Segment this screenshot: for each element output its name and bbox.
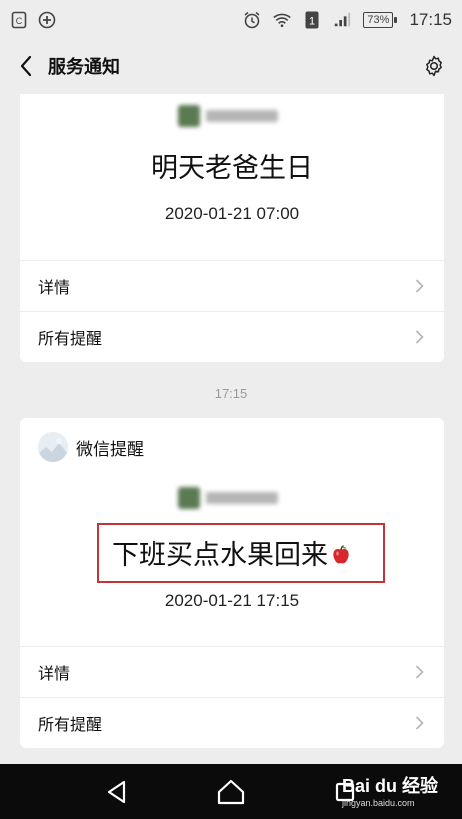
wechat-reminder-logo-icon [38,432,68,462]
all-reminders-label: 所有提醒 [38,714,103,734]
blurred-avatar [178,484,288,512]
blurred-avatar [178,102,288,130]
chevron-right-icon [412,715,426,730]
gear-icon[interactable] [420,52,448,80]
back-triangle-icon[interactable] [97,772,137,812]
apple-icon [333,545,349,564]
battery-icon: 73% [363,12,398,28]
title-bar: 服务通知 [0,40,462,92]
page-title: 服务通知 [48,57,120,78]
notification-date: 2020-01-21 07:00 [164,204,300,223]
sim-badge-label: 1 [309,16,315,28]
status-time: 17:15 [409,10,452,29]
home-icon[interactable] [211,772,251,812]
all-reminders-row[interactable]: 所有提醒 [20,311,444,361]
details-label: 详情 [38,663,71,683]
watermark-url: jingyan.baidu.com [342,798,415,808]
notification-card: 明天老爸生日 2020-01-21 07:00 详情 所有提醒 [20,94,444,362]
sim-icon: C [10,11,28,29]
baidu-jingyan-watermark: Bai du 经验 jingyan.baidu.com [342,772,442,812]
sim-badge-icon: 1 [303,11,321,29]
alarm-icon [243,11,261,29]
watermark-brand: Bai du 经验 [342,776,439,796]
details-row[interactable]: 详情 [20,646,444,696]
all-reminders-label: 所有提醒 [38,328,103,348]
notification-date: 2020-01-21 17:15 [164,591,300,610]
notification-title: 下班买点水果回来 [20,533,444,572]
chevron-right-icon [412,664,426,679]
notification-card: 微信提醒 下班买点水果回来 2020-01-21 17:15 详情 所有提醒 [20,418,444,748]
wifi-icon [273,11,292,29]
notification-title: 明天老爸生日 [151,153,313,184]
data-saver-icon [38,11,56,29]
chevron-left-icon[interactable] [14,54,38,78]
svg-text:C: C [16,16,23,26]
details-row[interactable]: 详情 [20,260,444,310]
signal-icon [333,11,351,29]
chevron-right-icon [412,278,426,293]
all-reminders-row[interactable]: 所有提醒 [20,697,444,747]
sender-name: 微信提醒 [76,439,144,460]
battery-level: 73% [363,12,394,28]
message-timestamp: 17:15 [214,386,248,401]
sender: 微信提醒 [38,432,144,462]
chevron-right-icon [412,329,426,344]
notification-title-text: 下班买点水果回来 [112,540,328,571]
details-label: 详情 [38,277,71,297]
status-bar: C 1 73% 17:15 [0,0,462,40]
